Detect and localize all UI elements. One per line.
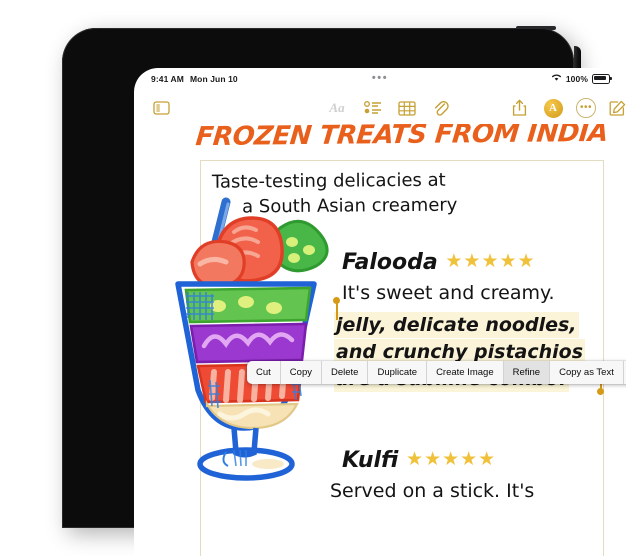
selection-handle-start-bar[interactable] [336, 302, 338, 320]
wifi-icon [551, 73, 562, 84]
context-menu-item-copy[interactable]: Copy [281, 361, 322, 384]
section-heading-kulfi: Kulfi ★★★★★ [342, 448, 496, 473]
sidebar-toggle-icon[interactable] [150, 97, 172, 119]
kulfi-line-1: Served on a stick. It's [330, 480, 535, 502]
battery-percent: 100% [565, 73, 588, 84]
heading-text: Falooda [342, 250, 438, 275]
heading-text: Kulfi [342, 448, 399, 473]
note-title: FROZEN TREATS FROM INDIA [194, 124, 610, 153]
context-menu[interactable]: Cut Copy Delete Duplicate Create Image R… [247, 361, 626, 384]
rating-stars: ★★★★★ [406, 448, 497, 470]
text-format-button[interactable]: Aa [326, 97, 348, 119]
context-menu-item-copy-as-text[interactable]: Copy as Text [550, 361, 624, 384]
ipad-screen: 9:41 AM Mon Jun 10 ••• 100% Aa A ••• FRO… [134, 68, 626, 556]
highlight-line-2: and crunchy pistachios [336, 341, 584, 363]
intelligence-glyph: A [543, 98, 563, 118]
checklist-icon[interactable] [362, 97, 384, 119]
context-menu-next-arrow[interactable]: › [624, 361, 626, 384]
more-glyph: ••• [576, 98, 596, 118]
notes-toolbar: Aa A ••• [134, 90, 626, 124]
more-options-button[interactable]: ••• [575, 97, 597, 119]
context-menu-item-create-image[interactable]: Create Image [427, 361, 504, 384]
highlight-line-1: jelly, delicate noodles, [336, 314, 577, 336]
selection-handle-end[interactable] [597, 388, 604, 395]
table-icon[interactable] [396, 97, 418, 119]
rating-stars: ★★★★★ [445, 250, 536, 272]
battery-full-icon [592, 73, 612, 84]
share-icon[interactable] [508, 97, 530, 119]
status-bar: 9:41 AM Mon Jun 10 ••• 100% [134, 68, 626, 90]
falooda-line-1: It's sweet and creamy. [342, 282, 555, 304]
apple-intelligence-button[interactable]: A [542, 97, 564, 119]
status-bar-right: 100% [551, 73, 612, 84]
context-menu-item-cut[interactable]: Cut [247, 361, 281, 384]
context-menu-item-delete[interactable]: Delete [322, 361, 369, 384]
margin-rule-top [200, 160, 604, 161]
note-page[interactable]: FROZEN TREATS FROM INDIA Taste-testing d… [134, 124, 626, 556]
selection-handle-start[interactable] [333, 297, 340, 304]
ipad-device: 9:41 AM Mon Jun 10 ••• 100% Aa A ••• FRO… [62, 28, 626, 556]
sundae-glass-drawing[interactable] [164, 184, 354, 484]
paperclip-icon[interactable] [430, 97, 452, 119]
compose-icon[interactable] [606, 97, 626, 119]
section-heading-falooda: Falooda ★★★★★ [342, 250, 536, 275]
context-menu-item-refine[interactable]: Refine [503, 361, 551, 384]
context-menu-item-duplicate[interactable]: Duplicate [368, 361, 428, 384]
